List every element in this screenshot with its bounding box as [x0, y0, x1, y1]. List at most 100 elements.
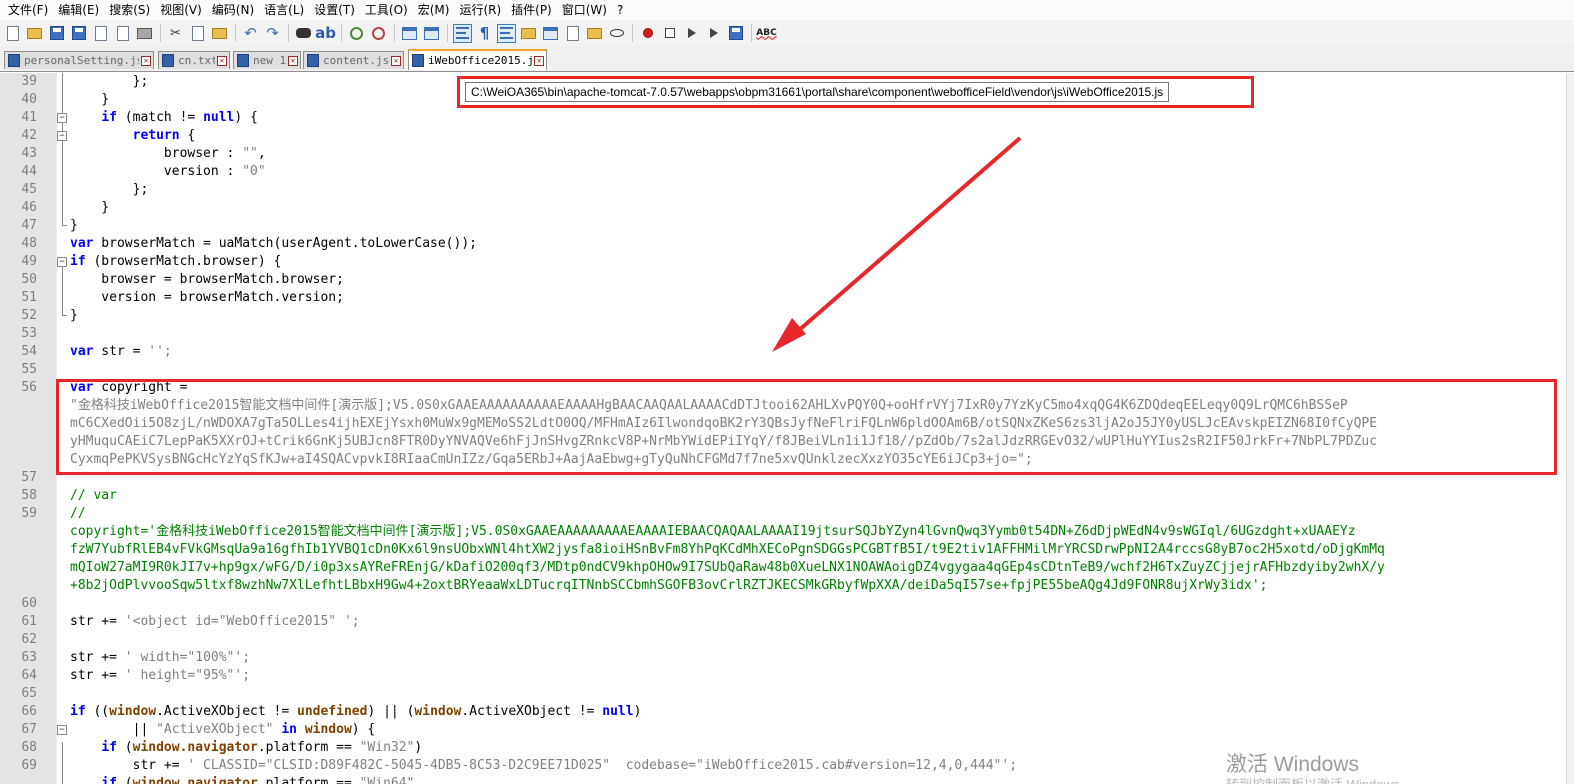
fold-toggle[interactable]: − [57, 131, 67, 141]
zoom-out-button[interactable] [369, 24, 388, 43]
file-icon [8, 54, 20, 67]
save-macro-button[interactable] [726, 24, 745, 43]
folder-workspace-button[interactable] [585, 24, 604, 43]
code-line: 65 [0, 685, 1566, 703]
menu-file[interactable]: 文件(F) [4, 0, 54, 20]
undo-button[interactable]: ↶ [241, 24, 260, 43]
line-number: 54 [21, 344, 37, 359]
run-macro-multiple-button[interactable] [704, 24, 723, 43]
code-text: str += ' CLASSID="CLSID:D89F482C-5045-4D… [70, 758, 1018, 773]
open-folder-icon [27, 27, 42, 39]
code-text: str += ' height="95%"'; [70, 668, 251, 683]
code-line: 43 browser : "", [0, 145, 1566, 163]
code-text: // [70, 506, 86, 521]
stop-macro-button[interactable] [660, 24, 679, 43]
find-icon [296, 28, 311, 38]
new-file-button[interactable] [3, 24, 22, 43]
save-all-button[interactable] [69, 24, 88, 43]
tab-content-jsp[interactable]: content.jsp ✕ [303, 51, 404, 69]
sync-vertical-button[interactable] [400, 24, 419, 43]
line-number: 41 [21, 110, 37, 125]
code-text: browser = browserMatch.browser; [70, 272, 344, 287]
word-wrap-icon [456, 27, 469, 39]
new-file-icon [6, 25, 19, 41]
indent-guide-icon [500, 27, 513, 39]
line-number: 57 [21, 470, 37, 485]
code-line: 60 [0, 595, 1566, 613]
close-icon[interactable]: ✕ [391, 55, 401, 66]
monitoring-icon [609, 29, 624, 37]
code-text: if (browserMatch.browser) { [70, 254, 282, 269]
record-macro-button[interactable] [638, 24, 657, 43]
close-button[interactable] [91, 24, 110, 43]
close-icon [94, 25, 107, 41]
menu-view[interactable]: 视图(V) [156, 0, 208, 20]
menu-language[interactable]: 语言(L) [260, 0, 310, 20]
close-all-button[interactable] [113, 24, 132, 43]
line-number: 60 [21, 596, 37, 611]
code-line: 41 − if (match != null) { [0, 109, 1566, 127]
code-text: } [70, 200, 110, 215]
tab-personal-setting[interactable]: personalSetting.jsp ✕ [4, 51, 154, 69]
play-macro-button[interactable] [682, 24, 701, 43]
menu-plugins[interactable]: 插件(P) [507, 0, 558, 20]
file-icon [307, 54, 319, 67]
line-number: 49 [21, 254, 37, 269]
fold-toggle[interactable]: − [57, 257, 67, 267]
close-icon[interactable]: ✕ [534, 55, 544, 66]
menu-edit[interactable]: 编辑(E) [54, 0, 105, 20]
document-map-button[interactable] [563, 24, 582, 43]
code-text: +8b2jOdPlvvooSqw5ltxf8wzhNw7XlLefhtLBbxH… [70, 578, 1268, 593]
toolbar-separator [447, 24, 448, 42]
save-button[interactable] [47, 24, 66, 43]
fold-toggle[interactable]: − [57, 113, 67, 123]
menu-search[interactable]: 搜索(S) [105, 0, 156, 20]
close-icon[interactable]: ✕ [141, 55, 151, 66]
code-line-wrap: fzW7YubfRlEB4vFVkGMsqUa9a16gfhIb1YVBQ1cD… [0, 541, 1566, 559]
play-macro-icon [687, 28, 696, 38]
code-text: return { [132, 128, 196, 143]
line-number: 62 [21, 632, 37, 647]
menu-help[interactable]: ? [613, 0, 629, 20]
code-line-wrap: +8b2jOdPlvvooSqw5ltxf8wzhNw7XlLefhtLBbxH… [0, 577, 1566, 595]
indent-guide-button[interactable] [497, 23, 516, 43]
zoom-in-button[interactable] [347, 24, 366, 43]
tab-cn-txt[interactable]: cn.txt ✕ [158, 51, 230, 69]
menu-tools[interactable]: 工具(O) [361, 0, 414, 20]
tab-iweboffice2015-js[interactable]: iWebOffice2015.js ✕ [408, 49, 547, 70]
toolbar-separator [288, 24, 289, 42]
menu-macro[interactable]: 宏(M) [414, 0, 456, 20]
menu-encoding[interactable]: 编码(N) [208, 0, 260, 20]
tab-label: cn.txt [178, 54, 215, 67]
show-all-chars-button[interactable]: ¶ [475, 24, 494, 43]
sync-horizontal-button[interactable] [422, 24, 441, 43]
copy-button[interactable] [188, 24, 207, 43]
word-wrap-button[interactable] [453, 23, 472, 43]
menu-settings[interactable]: 设置(T) [310, 0, 361, 20]
tab-new-1[interactable]: new 1 ✕ [233, 51, 301, 69]
menu-run[interactable]: 运行(R) [455, 0, 507, 20]
spell-check-button[interactable]: ABC [756, 24, 776, 43]
toolbar-separator [751, 24, 752, 42]
user-language-button[interactable] [519, 24, 538, 43]
vertical-scrollbar[interactable] [1566, 73, 1574, 784]
find-button[interactable] [294, 24, 313, 43]
code-text: if (window.navigator.platform == "Win64" [101, 776, 415, 784]
open-file-button[interactable] [25, 24, 44, 43]
code-text: if ((window.ActiveXObject != undefined) … [70, 704, 642, 719]
paste-button[interactable] [210, 24, 229, 43]
print-button[interactable] [135, 24, 154, 43]
menu-window[interactable]: 窗口(W) [558, 0, 613, 20]
cut-button[interactable]: ✂ [166, 24, 185, 43]
code-text: } [70, 218, 78, 233]
code-text: browser : "", [70, 146, 266, 161]
function-list-button[interactable] [541, 24, 560, 43]
redo-button[interactable]: ↷ [263, 24, 282, 43]
close-icon[interactable]: ✕ [217, 55, 227, 66]
code-line: 58 // var [0, 487, 1566, 505]
replace-button[interactable]: ab [315, 24, 336, 43]
monitoring-button[interactable] [607, 24, 626, 43]
tab-label: iWebOffice2015.js [428, 54, 532, 67]
fold-toggle[interactable]: − [57, 725, 67, 735]
close-icon[interactable]: ✕ [288, 55, 298, 66]
